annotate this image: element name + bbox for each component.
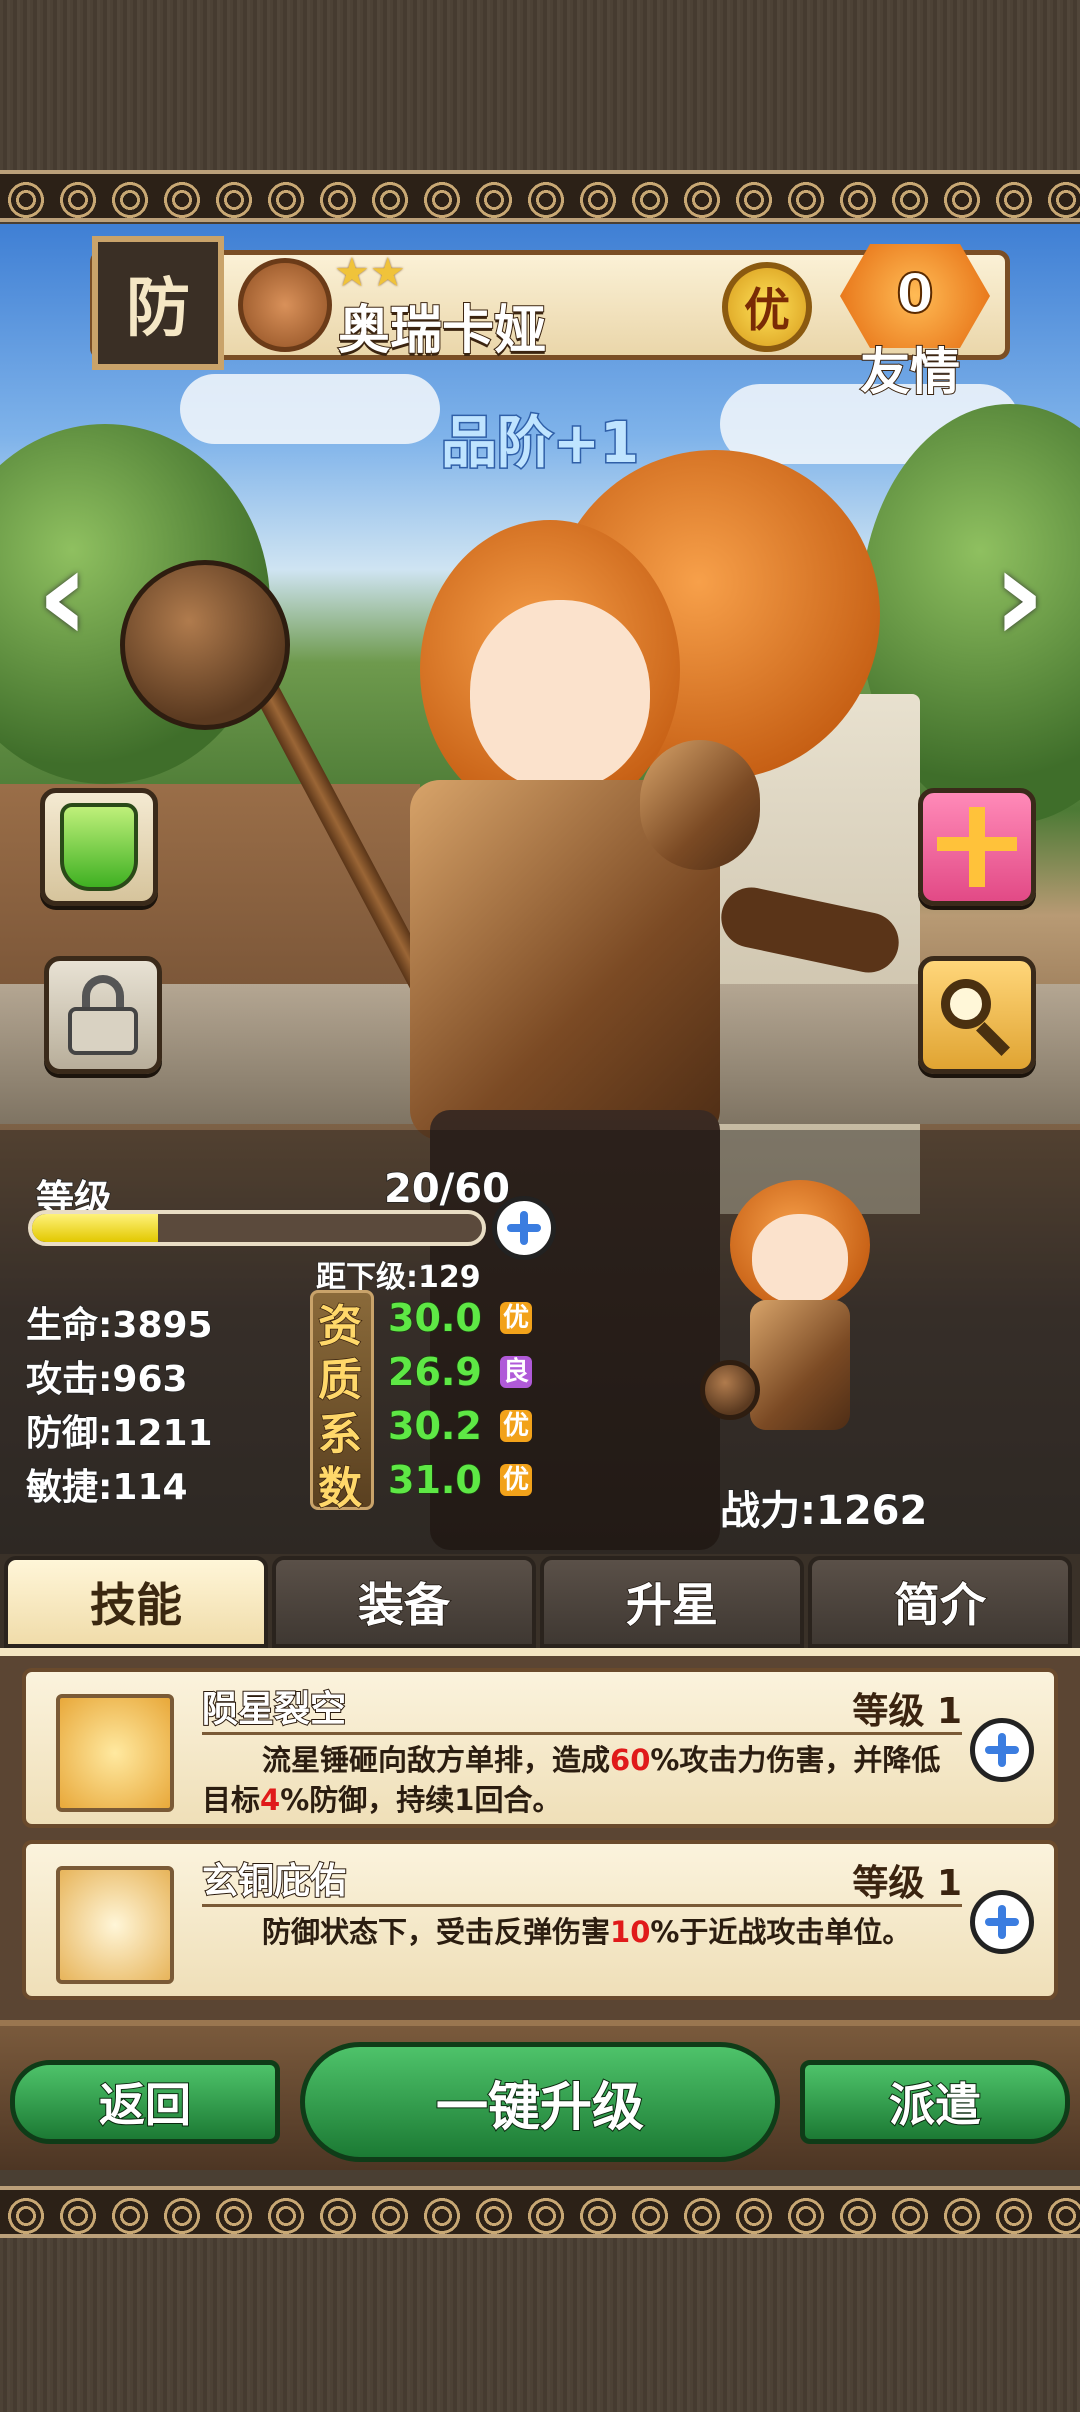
skill-description: 流星锤砸向敌方单排，造成60%攻击力伤害，并降低目标4%防御，持续1回合。 bbox=[202, 1743, 941, 1817]
gift-icon bbox=[937, 807, 1017, 887]
divider bbox=[202, 1732, 962, 1735]
shield-skill-icon bbox=[56, 1866, 174, 1984]
level-progress-bar bbox=[28, 1210, 486, 1246]
rarity-badge: 优 bbox=[722, 262, 812, 352]
friendship-label: 友情 bbox=[859, 342, 961, 402]
aptitude-rank-badge: 优 bbox=[500, 1464, 532, 1496]
skill-upgrade-plus-button[interactable] bbox=[970, 1890, 1034, 1954]
upgrade-all-button[interactable]: 一键升级 bbox=[300, 2042, 780, 2162]
sword-skill-icon bbox=[56, 1694, 174, 1812]
bottom-ornament-border bbox=[0, 2186, 1080, 2238]
dispatch-button[interactable]: 派遣 bbox=[800, 2060, 1070, 2144]
inspect-button[interactable] bbox=[918, 956, 1036, 1074]
lock-icon bbox=[68, 975, 138, 1055]
magnifier-icon bbox=[937, 975, 1017, 1056]
tab-skills[interactable]: 技能 bbox=[4, 1556, 268, 1648]
prev-hero-arrow-icon[interactable]: ‹ bbox=[28, 530, 98, 660]
lock-button[interactable] bbox=[44, 956, 162, 1074]
quality-label: 品阶+1 bbox=[440, 410, 641, 478]
level-value: 20/60 bbox=[383, 1165, 510, 1213]
bottom-background bbox=[0, 2238, 1080, 2412]
skill-level: 等级 1 bbox=[852, 1863, 962, 1904]
stat-hp: 生命:3895 bbox=[25, 1304, 213, 1347]
mace-head bbox=[120, 560, 290, 730]
level-up-plus-button[interactable] bbox=[492, 1196, 556, 1260]
aptitude-value: 26.9 bbox=[387, 1349, 482, 1395]
potion-icon bbox=[60, 803, 138, 891]
skill-name: 陨星裂空 bbox=[201, 1688, 347, 1731]
hero-face bbox=[470, 600, 650, 790]
hero-name: 奥瑞卡娅 bbox=[337, 300, 547, 362]
stat-defense: 防御:1211 bbox=[25, 1412, 213, 1455]
skill-card: 玄铜庇佑 等级 1 防御状态下，受击反弹伤害10%于近战攻击单位。 bbox=[22, 1840, 1058, 2000]
skill-level: 等级 1 bbox=[852, 1691, 962, 1732]
aptitude-rank-badge: 优 bbox=[500, 1302, 532, 1334]
skill-description: 防御状态下，受击反弹伤害10%于近战攻击单位。 bbox=[262, 1915, 912, 1949]
combat-power: 战力:1262 bbox=[719, 1487, 928, 1535]
potion-button[interactable] bbox=[40, 788, 158, 906]
stat-agility: 敏捷:114 bbox=[25, 1466, 188, 1509]
back-button[interactable]: 返回 bbox=[10, 2060, 280, 2144]
aptitude-value: 30.2 bbox=[387, 1403, 482, 1449]
hero-pauldron bbox=[640, 740, 760, 870]
skill-card: 陨星裂空 等级 1 流星锤砸向敌方单排，造成60%攻击力伤害，并降低目标4%防御… bbox=[22, 1668, 1058, 1828]
friendship-value: 0 bbox=[895, 261, 935, 326]
gift-button[interactable] bbox=[918, 788, 1036, 906]
aptitude-rank-badge: 优 bbox=[500, 1410, 532, 1442]
aptitude-value: 30.0 bbox=[387, 1295, 482, 1341]
top-background bbox=[0, 0, 1080, 170]
aptitude-rank-badge: 良 bbox=[500, 1356, 532, 1388]
tab-intro[interactable]: 简介 bbox=[808, 1556, 1072, 1648]
class-icon bbox=[238, 258, 332, 352]
skill-upgrade-plus-button[interactable] bbox=[970, 1718, 1034, 1782]
top-ornament-border bbox=[0, 170, 1080, 222]
level-progress-fill bbox=[32, 1214, 158, 1242]
tab-star-up[interactable]: 升星 bbox=[540, 1556, 804, 1648]
tab-equipment[interactable]: 装备 bbox=[272, 1556, 536, 1648]
class-badge: 防 bbox=[92, 236, 224, 370]
stat-attack: 攻击:963 bbox=[25, 1358, 188, 1401]
aptitude-value: 31.0 bbox=[387, 1457, 482, 1503]
chibi-avatar bbox=[700, 1160, 890, 1460]
aptitude-char: 数 bbox=[317, 1462, 363, 1515]
divider bbox=[202, 1904, 962, 1907]
skill-name: 玄铜庇佑 bbox=[201, 1860, 347, 1903]
next-hero-arrow-icon[interactable]: › bbox=[984, 530, 1054, 660]
